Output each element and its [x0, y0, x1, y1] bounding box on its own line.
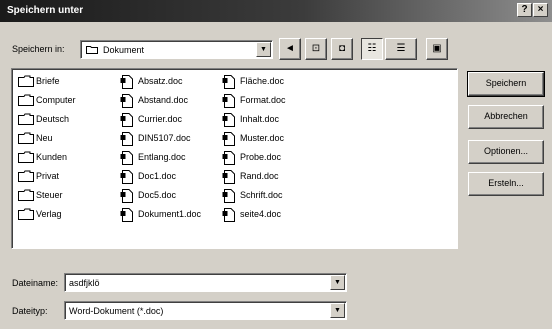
close-button[interactable]: ×: [533, 3, 548, 17]
desktop-icon: ⊡: [311, 43, 321, 54]
help-button[interactable]: ?: [517, 3, 532, 17]
file-name: Doc5.doc: [138, 190, 177, 200]
file-list[interactable]: Briefe Computer Deutsch Neu Kunden Priva…: [11, 68, 458, 249]
filename-label: Dateiname:: [12, 278, 59, 288]
folder-icon: [18, 151, 34, 163]
file-name: Muster.doc: [240, 133, 285, 143]
word-document-icon: [120, 170, 133, 184]
new-folder-icon: ◘: [338, 43, 346, 54]
file-name: Inhalt.doc: [240, 114, 280, 124]
folder-icon: [18, 189, 34, 201]
new-folder-button[interactable]: ◘: [331, 38, 353, 60]
folder-icon: [18, 208, 34, 220]
filetype-label: Dateityp:: [12, 306, 48, 316]
file-name: Doc1.doc: [138, 171, 177, 181]
properties-button[interactable]: ▣: [426, 38, 448, 60]
filename-value: asdfjklö: [69, 278, 100, 288]
word-document-icon: [120, 132, 133, 146]
file-name: Privat: [36, 171, 60, 181]
chevron-down-icon[interactable]: ▼: [256, 42, 271, 57]
up-folder-icon: ◄: [285, 43, 295, 54]
word-document-icon: [222, 113, 235, 127]
file-name: Absatz.doc: [138, 76, 183, 86]
word-document-icon: [222, 151, 235, 165]
file-name: Abstand.doc: [138, 95, 189, 105]
folder-icon: [18, 75, 34, 87]
file-name: Schrift.doc: [240, 190, 283, 200]
file-name: Probe.doc: [240, 152, 282, 162]
word-document-icon: [120, 189, 133, 203]
folder-icon: [18, 170, 34, 182]
properties-icon: ▣: [432, 43, 442, 54]
window-title: Speichern unter: [7, 5, 84, 16]
word-document-icon: [222, 170, 235, 184]
lookin-label: Speichern in:: [12, 44, 65, 54]
file-name: Fläche.doc: [240, 76, 285, 86]
file-name: Entlang.doc: [138, 152, 186, 162]
save-as-dialog: Speichern unter ? × Speichern in: Dokume…: [0, 0, 552, 329]
title-bar[interactable]: Speichern unter ? ×: [0, 0, 552, 22]
file-name: Steuer: [36, 190, 63, 200]
word-document-icon: [222, 132, 235, 146]
create-button[interactable]: Ersteln...: [468, 172, 544, 196]
details-view-button[interactable]: ☰: [385, 38, 417, 60]
lookin-combo[interactable]: Dokument ▼: [80, 40, 273, 59]
folder-icon: [18, 132, 34, 144]
file-name: Rand.doc: [240, 171, 279, 181]
word-document-icon: [120, 94, 133, 108]
details-view-icon: ☰: [396, 43, 406, 54]
list-view-icon: ☷: [367, 43, 377, 54]
list-view-button[interactable]: ☷: [361, 38, 383, 60]
file-name: Verlag: [36, 209, 62, 219]
word-document-icon: [120, 151, 133, 165]
lookin-value: Dokument: [103, 45, 145, 55]
word-document-icon: [120, 75, 133, 89]
word-document-icon: [120, 208, 133, 222]
folder-icon: [18, 94, 34, 106]
file-name: Deutsch: [36, 114, 70, 124]
file-name: Briefe: [36, 76, 60, 86]
file-name: seite4.doc: [240, 209, 282, 219]
filetype-value: Word-Dokument (*.doc): [69, 306, 164, 316]
desktop-button[interactable]: ⊡: [305, 38, 327, 60]
filename-field[interactable]: asdfjklö ▼: [64, 273, 347, 292]
file-name: Computer: [36, 95, 76, 105]
folder-icon: [86, 46, 98, 54]
file-name: Format.doc: [240, 95, 286, 105]
file-name: DIN5107.doc: [138, 133, 191, 143]
filetype-select[interactable]: Word-Dokument (*.doc) ▼: [64, 301, 347, 320]
file-name: Neu: [36, 133, 53, 143]
file-name: Kunden: [36, 152, 68, 162]
word-document-icon: [120, 113, 133, 127]
word-document-icon: [222, 208, 235, 222]
word-document-icon: [222, 94, 235, 108]
options-button[interactable]: Optionen...: [468, 140, 544, 164]
save-button[interactable]: Speichern: [467, 71, 545, 97]
up-folder-button[interactable]: ◄: [279, 38, 301, 60]
word-document-icon: [222, 75, 235, 89]
chevron-down-icon[interactable]: ▼: [330, 275, 345, 290]
cancel-button[interactable]: Abbrechen: [468, 105, 544, 129]
word-document-icon: [222, 189, 235, 203]
folder-icon: [18, 113, 34, 125]
file-name: Dokument1.doc: [138, 209, 202, 219]
chevron-down-icon[interactable]: ▼: [330, 303, 345, 318]
file-name: Currier.doc: [138, 114, 183, 124]
